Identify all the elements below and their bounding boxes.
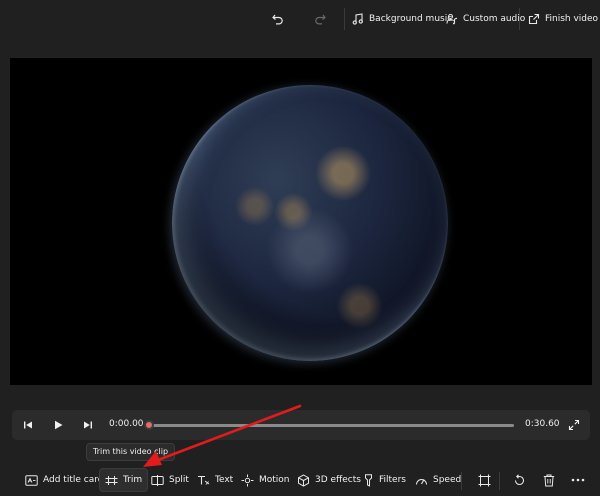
rotate-button[interactable]	[508, 468, 531, 492]
toolbar-divider	[519, 8, 520, 30]
background-music-label: Background music	[369, 14, 453, 24]
scrubber-thumb[interactable]	[144, 420, 154, 430]
speed-icon	[415, 475, 428, 486]
text-button[interactable]: Text	[192, 468, 238, 492]
crop-button[interactable]	[473, 468, 496, 492]
skip-forward-button[interactable]	[80, 417, 96, 433]
add-title-card-button[interactable]: Add title card	[20, 468, 108, 492]
text-icon	[197, 475, 210, 486]
redo-icon	[313, 12, 327, 26]
text-label: Text	[215, 475, 234, 485]
split-icon	[151, 474, 164, 486]
rotate-icon	[513, 473, 526, 487]
play-icon	[52, 419, 64, 431]
skip-forward-icon	[82, 419, 94, 431]
redo-button[interactable]	[313, 6, 327, 32]
fullscreen-button[interactable]	[566, 417, 582, 433]
playback-bar: 0:00.00 0:30.60	[12, 410, 590, 440]
speed-label: Speed	[433, 475, 462, 485]
motion-icon	[241, 474, 254, 487]
video-preview[interactable]	[10, 58, 592, 385]
trash-icon	[543, 474, 555, 487]
split-button[interactable]: Split	[146, 468, 194, 492]
total-time: 0:30.60	[525, 419, 560, 429]
trim-tooltip: Trim this video clip	[86, 443, 176, 461]
share-export-icon	[528, 13, 540, 25]
custom-audio-icon	[446, 13, 458, 25]
edit-toolbar: Add title card Trim Split Text Motion 3D…	[0, 464, 600, 496]
undo-icon	[271, 12, 285, 26]
more-icon	[571, 478, 585, 482]
earth-preview-image	[172, 85, 448, 361]
motion-button[interactable]: Motion	[236, 468, 295, 492]
background-music-button[interactable]: Background music	[352, 6, 452, 32]
undo-button[interactable]	[271, 6, 285, 32]
filters-label: Filters	[379, 475, 406, 485]
3d-effects-icon	[297, 473, 310, 487]
top-toolbar: Background music Custom audio Finish vid…	[0, 0, 600, 38]
timeline-scrubber[interactable]	[148, 424, 514, 427]
split-label: Split	[169, 475, 189, 485]
3d-effects-button[interactable]: 3D effects	[292, 468, 366, 492]
more-options-button[interactable]	[566, 468, 590, 492]
skip-back-button[interactable]	[20, 417, 36, 433]
finish-video-button[interactable]: Finish video	[528, 6, 598, 32]
current-time: 0:00.00	[109, 419, 144, 429]
finish-video-label: Finish video	[545, 14, 599, 24]
add-title-card-label: Add title card	[43, 475, 104, 485]
toolbar-divider	[344, 8, 345, 30]
custom-audio-label: Custom audio	[463, 14, 526, 24]
expand-icon	[568, 419, 580, 431]
toolbar-divider	[499, 472, 500, 490]
trim-label: Trim	[123, 475, 143, 485]
custom-audio-button[interactable]: Custom audio	[446, 6, 525, 32]
play-button[interactable]	[50, 417, 66, 433]
filters-button[interactable]: Filters	[358, 468, 411, 492]
motion-label: Motion	[259, 475, 290, 485]
toolbar-divider	[461, 472, 462, 490]
skip-back-icon	[22, 419, 34, 431]
trim-button[interactable]: Trim	[99, 468, 149, 492]
title-card-icon	[25, 474, 38, 486]
3d-effects-label: 3D effects	[315, 475, 361, 485]
crop-icon	[478, 474, 491, 487]
delete-button[interactable]	[538, 468, 560, 492]
speed-button[interactable]: Speed	[410, 468, 466, 492]
filters-icon	[363, 473, 374, 487]
trim-icon	[105, 475, 118, 486]
music-note-icon	[352, 13, 364, 25]
